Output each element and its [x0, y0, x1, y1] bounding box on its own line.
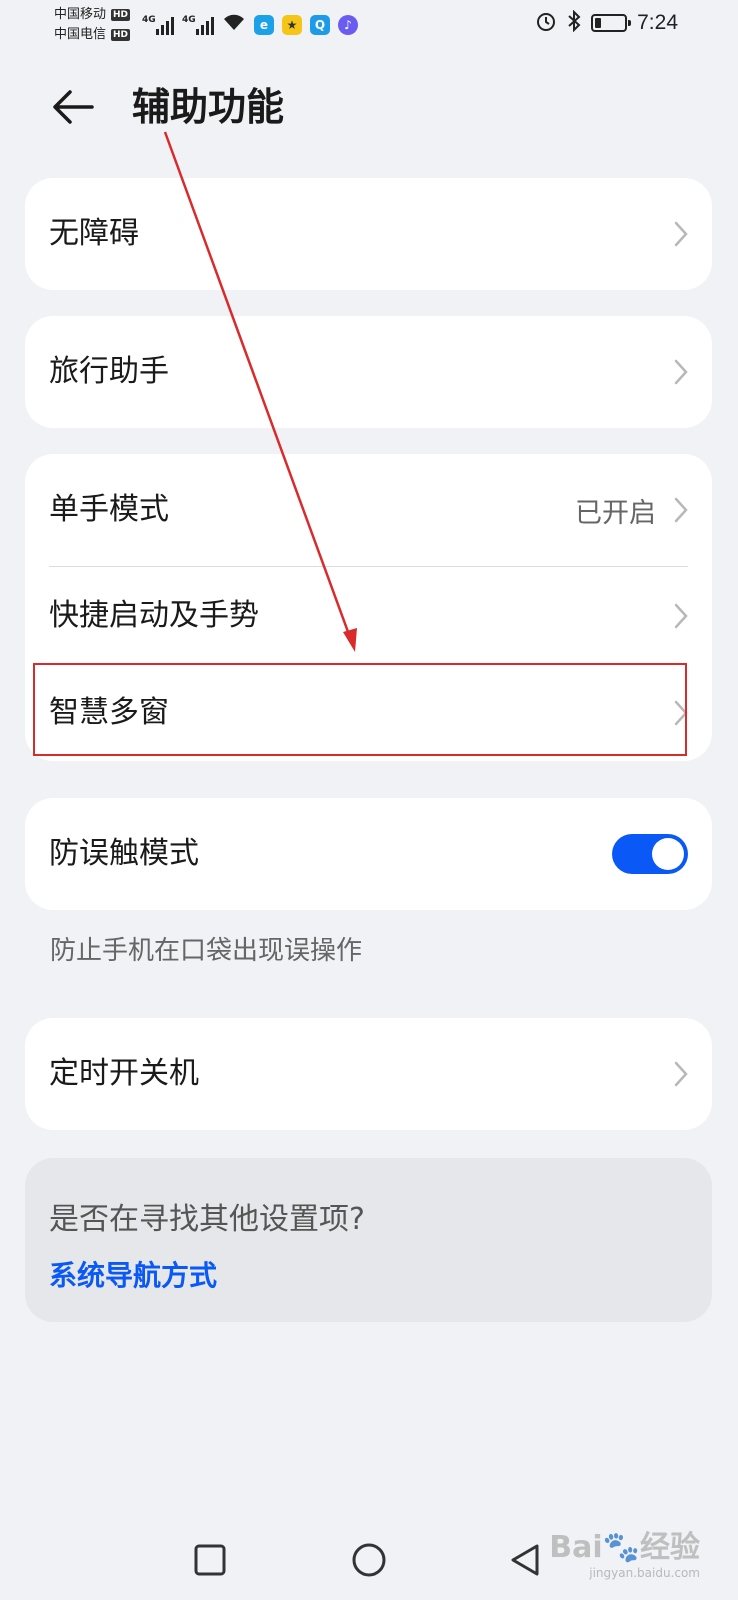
search-app-icon: Q	[310, 15, 330, 35]
triangle-back-icon[interactable]	[503, 1538, 547, 1582]
row-label: 快捷启动及手势	[49, 598, 259, 633]
square-icon[interactable]	[188, 1538, 232, 1582]
signal-icon: 4G	[182, 15, 214, 35]
wifi-icon	[222, 12, 246, 35]
status-right: 7:24	[535, 9, 678, 36]
row-label: 定时开关机	[49, 1056, 199, 1091]
row-one-hand[interactable]: 单手模式 已开启	[25, 454, 712, 566]
chevron-right-icon	[674, 359, 688, 385]
alarm-icon	[535, 10, 557, 36]
anti-touch-hint: 防止手机在口袋出现误操作	[50, 936, 363, 966]
page-title: 辅助功能	[132, 85, 285, 129]
hd-badge: HD	[111, 29, 131, 41]
bluetooth-icon	[567, 9, 581, 36]
page-header: 辅助功能	[0, 72, 738, 142]
battery-icon	[591, 14, 632, 32]
suggestion-question: 是否在寻找其他设置项?	[49, 1202, 365, 1237]
baidu-watermark: Bai🐾经验 jingyan.baidu.com	[549, 1530, 700, 1580]
row-label: 旅行助手	[49, 354, 169, 389]
row-travel-assistant[interactable]: 旅行助手	[25, 316, 712, 428]
carrier-info: 中国移动 HD 中国电信 HD	[54, 5, 131, 45]
card-accessibility: 无障碍	[25, 178, 712, 290]
signal-icon: 4G	[142, 15, 174, 35]
clock: 7:24	[637, 11, 678, 34]
row-label: 无障碍	[49, 216, 139, 251]
back-button[interactable]	[48, 82, 98, 132]
annotation-highlight-box	[33, 663, 687, 756]
chevron-right-icon	[674, 497, 688, 523]
browser-app-icon: e	[254, 15, 274, 35]
chevron-right-icon	[674, 1061, 688, 1087]
card-travel: 旅行助手	[25, 316, 712, 428]
suggestion-card: 是否在寻找其他设置项? 系统导航方式	[25, 1158, 712, 1322]
signal-group: 4G 4G e ★ Q ♪	[142, 12, 358, 35]
carrier-1-label: 中国移动	[54, 7, 107, 22]
row-accessibility[interactable]: 无障碍	[25, 178, 712, 290]
row-shortcuts[interactable]: 快捷启动及手势	[25, 567, 712, 665]
circle-icon[interactable]	[347, 1538, 391, 1582]
anti-touch-toggle[interactable]	[612, 834, 688, 874]
row-label: 单手模式	[49, 492, 169, 527]
hd-badge: HD	[111, 9, 131, 21]
chevron-right-icon	[674, 221, 688, 247]
pet-app-icon: ★	[282, 15, 302, 35]
row-anti-touch: 防误触模式	[25, 798, 712, 910]
status-value: 已开启	[575, 497, 656, 529]
row-schedule-power[interactable]: 定时开关机	[25, 1018, 712, 1130]
carrier-2-label: 中国电信	[54, 27, 107, 42]
paw-icon: 🐾	[602, 1530, 640, 1565]
card-anti-touch: 防误触模式	[25, 798, 712, 910]
music-app-icon: ♪	[338, 15, 358, 35]
row-label: 防误触模式	[49, 836, 199, 871]
card-schedule: 定时开关机	[25, 1018, 712, 1130]
navigation-method-link[interactable]: 系统导航方式	[49, 1254, 217, 1294]
back-arrow-icon	[53, 90, 94, 124]
status-bar: 中国移动 HD 中国电信 HD 4G 4G e ★ Q ♪ 7:24	[0, 0, 738, 50]
chevron-right-icon	[674, 603, 688, 629]
